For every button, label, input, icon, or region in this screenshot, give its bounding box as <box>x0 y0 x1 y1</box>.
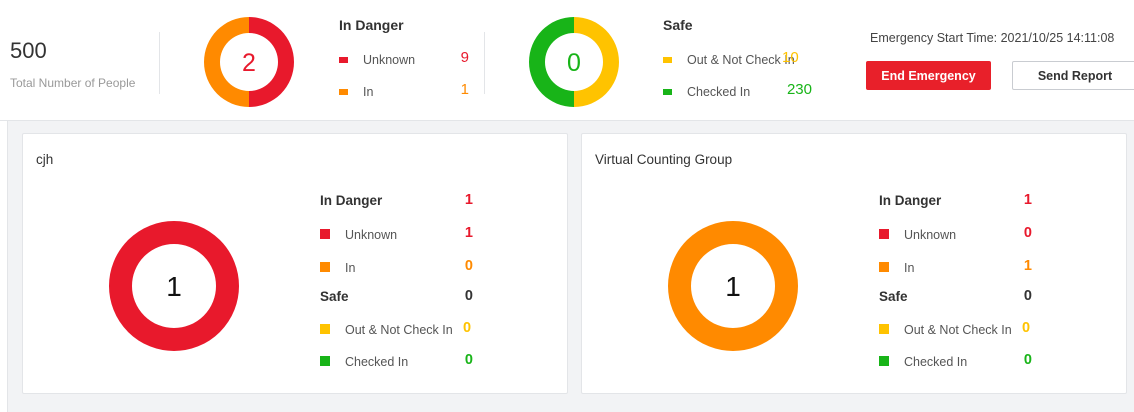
in-danger-title: In Danger <box>879 193 942 208</box>
group-card-cjh: cjh 1 In Danger 1 Unknown 1 In 0 Safe 0 … <box>22 133 568 394</box>
legend-value-unknown: 9 <box>460 49 469 66</box>
legend-swatch-checked-in <box>320 356 330 366</box>
legend-value-unknown: 0 <box>1023 225 1032 241</box>
safe-title: Safe <box>879 289 908 304</box>
end-emergency-button[interactable]: End Emergency <box>866 61 991 90</box>
legend-value-out-not-check-in: 0 <box>463 320 472 336</box>
in-danger-donut-chart: 2 <box>204 17 294 107</box>
total-people-label: Total Number of People <box>10 76 136 90</box>
summary-bar: 500 Total Number of People 2 In Danger U… <box>0 0 1134 121</box>
legend-value-checked-in: 0 <box>1023 352 1032 368</box>
legend-row-out-not-check-in: Out & Not Check In 10 <box>663 49 823 69</box>
legend-value-checked-in: 0 <box>464 352 473 368</box>
in-danger-donut-count: 2 <box>242 49 256 77</box>
legend-swatch-in <box>879 262 889 272</box>
group-title: cjh <box>36 152 54 167</box>
legend-row-in: In 1 <box>879 258 1034 277</box>
group-title: Virtual Counting Group <box>595 152 733 167</box>
legend-label-unknown: Unknown <box>345 228 398 242</box>
legend-row-unknown: Unknown 0 <box>879 225 1034 244</box>
legend-swatch-unknown <box>339 57 348 63</box>
in-danger-value: 1 <box>1023 192 1032 208</box>
legend-row-checked-in: Checked In 0 <box>879 352 1034 371</box>
divider <box>159 32 160 94</box>
safe-donut-count: 0 <box>567 49 581 77</box>
in-danger-value: 1 <box>464 192 473 208</box>
group-donut-count: 1 <box>166 271 182 302</box>
legend-label-in: In <box>345 261 356 275</box>
legend-swatch-in <box>339 89 348 95</box>
group-donut-chart: 1 <box>109 221 239 351</box>
legend-row-checked-in: Checked In 230 <box>663 81 823 101</box>
legend-label-out-not-check-in: Out & Not Check In <box>345 323 453 337</box>
safe-value: 0 <box>1023 288 1032 304</box>
group-donut-chart: 1 <box>668 221 798 351</box>
legend-value-in: 1 <box>1023 258 1032 274</box>
safe-title: Safe <box>663 17 693 33</box>
group-card-virtual-counting-group: Virtual Counting Group 1 In Danger 1 Unk… <box>581 133 1127 394</box>
legend-swatch-out-not-check-in <box>879 324 889 334</box>
legend-value-in: 1 <box>460 81 469 98</box>
divider <box>484 32 485 94</box>
legend-value-out-not-check-in: 10 <box>782 49 799 66</box>
legend-label-out-not-check-in: Out & Not Check In <box>904 323 1012 337</box>
legend-value-unknown: 1 <box>464 225 473 241</box>
left-panel-edge <box>0 121 8 412</box>
legend-row-in: In 0 <box>320 258 475 277</box>
in-danger-title: In Danger <box>320 193 383 208</box>
legend-value-checked-in: 230 <box>786 81 812 98</box>
legend-row-checked-in: Checked In 0 <box>320 352 475 371</box>
safe-value: 0 <box>464 288 473 304</box>
legend-row-in: In 1 <box>339 81 469 101</box>
legend-label-out-not-check-in: Out & Not Check In <box>687 53 795 67</box>
legend-label-unknown: Unknown <box>904 228 957 242</box>
legend-label-checked-in: Checked In <box>345 355 409 369</box>
legend-value-out-not-check-in: 0 <box>1022 320 1031 336</box>
legend-row-unknown: Unknown 9 <box>339 49 469 69</box>
safe-donut-chart: 0 <box>529 17 619 107</box>
legend-label-checked-in: Checked In <box>687 85 751 99</box>
group-donut-count: 1 <box>725 271 741 302</box>
total-people-count: 500 <box>10 38 47 63</box>
in-danger-title: In Danger <box>339 17 404 33</box>
legend-label-checked-in: Checked In <box>904 355 968 369</box>
legend-swatch-checked-in <box>663 89 672 95</box>
legend-label-in: In <box>904 261 915 275</box>
emergency-start-time: Emergency Start Time: 2021/10/25 14:11:0… <box>870 31 1115 45</box>
legend-swatch-in <box>320 262 330 272</box>
legend-row-out-not-check-in: Out & Not Check In 0 <box>879 320 1039 339</box>
legend-label-unknown: Unknown <box>363 53 416 67</box>
legend-label-in: In <box>363 85 374 99</box>
legend-value-in: 0 <box>464 258 473 274</box>
legend-row-unknown: Unknown 1 <box>320 225 475 244</box>
legend-swatch-out-not-check-in <box>320 324 330 334</box>
legend-swatch-out-not-check-in <box>663 57 672 63</box>
legend-swatch-checked-in <box>879 356 889 366</box>
legend-row-out-not-check-in: Out & Not Check In 0 <box>320 320 480 339</box>
send-report-button[interactable]: Send Report <box>1012 61 1134 90</box>
safe-title: Safe <box>320 289 349 304</box>
legend-swatch-unknown <box>320 229 330 239</box>
legend-swatch-unknown <box>879 229 889 239</box>
